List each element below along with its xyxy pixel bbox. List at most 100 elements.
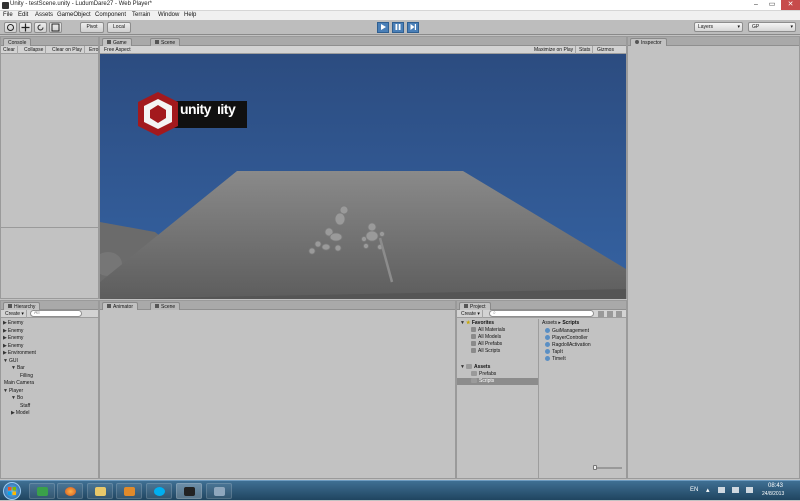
step-button[interactable] <box>407 22 419 33</box>
favorite-star-icon[interactable] <box>616 311 622 317</box>
hand-tool-button[interactable] <box>4 22 17 33</box>
hierarchy-item[interactable]: ▶Enemy <box>3 335 23 342</box>
breadcrumb-root[interactable]: Assets <box>542 320 557 326</box>
maximize-on-play-button[interactable]: Maximize on Play <box>532 46 577 54</box>
menu-edit[interactable]: Edit <box>18 11 28 20</box>
game-viewport[interactable]: unity ıity <box>100 54 626 299</box>
assets-folder[interactable]: ▼ Assets <box>460 364 490 371</box>
console-clear-on-play-button[interactable]: Clear on Play <box>50 46 86 54</box>
hierarchy-item[interactable]: Staff <box>19 403 30 410</box>
hierarchy-item[interactable]: ▼GUI <box>3 358 18 365</box>
chevron-down-icon[interactable]: ▼ <box>3 388 8 394</box>
hierarchy-item[interactable]: ▶Environment <box>3 350 36 357</box>
hierarchy-create-dropdown[interactable]: Create ▾ <box>3 310 27 318</box>
icon-size-slider[interactable] <box>594 467 622 469</box>
favorites-folder[interactable]: ▼★ Favorites <box>460 320 494 327</box>
tab-animator[interactable]: Animator <box>102 302 139 310</box>
script-asset[interactable]: TimeIt <box>545 356 566 363</box>
menu-component[interactable]: Component <box>95 11 126 20</box>
script-asset[interactable]: TapIt <box>545 349 563 356</box>
favorite-item[interactable]: All Materials <box>471 327 505 334</box>
hierarchy-item[interactable]: ▼Bar <box>11 365 25 372</box>
console-collapse-button[interactable]: Collapse <box>22 46 47 54</box>
clock-time[interactable]: 08:43 <box>768 483 783 489</box>
script-asset[interactable]: PlayerController <box>545 335 588 342</box>
tab-hierarchy[interactable]: Hierarchy <box>3 302 41 310</box>
layers-dropdown[interactable]: Layers ▾ <box>694 22 743 32</box>
filter-label-icon[interactable] <box>607 311 613 317</box>
hierarchy-item[interactable]: Filling <box>19 373 33 380</box>
tray-chevron-icon[interactable]: ▴ <box>706 486 710 494</box>
taskbar-firefox[interactable] <box>57 483 83 499</box>
icon-size-slider-handle[interactable] <box>593 465 597 470</box>
tab-inspector[interactable]: Inspector <box>630 38 667 46</box>
folder-item-scripts[interactable]: Scripts <box>457 378 538 385</box>
favorite-item[interactable]: All Models <box>471 334 501 341</box>
minimize-button[interactable]: – <box>748 0 764 10</box>
tab-scene[interactable]: Scene <box>150 38 181 46</box>
chevron-down-icon[interactable]: ▼ <box>11 365 16 371</box>
flag-icon[interactable] <box>718 487 725 493</box>
hierarchy-search-input[interactable]: All <box>30 310 82 317</box>
start-button[interactable] <box>3 482 21 500</box>
move-tool-button[interactable] <box>19 22 32 33</box>
chevron-right-icon[interactable]: ▶ <box>3 320 7 326</box>
taskbar-explorer[interactable] <box>29 483 55 499</box>
layout-dropdown[interactable]: GP ▾ <box>748 22 796 32</box>
folder-item-prefabs[interactable]: Prefabs <box>471 371 496 378</box>
close-button[interactable]: ✕ <box>781 0 800 10</box>
tab-scene-bottom[interactable]: Scene <box>150 302 181 310</box>
hierarchy-item[interactable]: ▶Enemy <box>3 320 23 327</box>
taskbar-media-player[interactable] <box>116 483 142 499</box>
project-create-dropdown[interactable]: Create ▾ <box>459 310 483 318</box>
taskbar-unity[interactable] <box>176 483 202 499</box>
chevron-right-icon[interactable]: ▶ <box>3 335 7 341</box>
rotate-tool-button[interactable] <box>34 22 47 33</box>
menu-help[interactable]: Help <box>184 11 196 20</box>
console-clear-button[interactable]: Clear <box>1 46 18 54</box>
gizmos-dropdown[interactable]: Gizmos <box>595 46 616 54</box>
menu-assets[interactable]: Assets <box>35 11 53 20</box>
script-asset[interactable]: GuiManagement <box>545 328 589 335</box>
menu-terrain[interactable]: Terrain <box>132 11 150 20</box>
clock-date[interactable]: 24/8/2013 <box>762 491 784 497</box>
pivot-toggle[interactable]: Pivot <box>80 22 104 33</box>
hierarchy-item[interactable]: ▶Model <box>11 410 29 417</box>
maximize-button[interactable]: ▭ <box>764 0 780 10</box>
favorite-item[interactable]: All Prefabs <box>471 341 502 348</box>
hierarchy-item[interactable]: ▼Bo <box>11 395 23 402</box>
pause-button[interactable] <box>392 22 404 33</box>
chevron-right-icon[interactable]: ▶ <box>3 350 7 356</box>
breadcrumb-current[interactable]: Scripts <box>562 320 579 326</box>
local-toggle[interactable]: Local <box>107 22 131 33</box>
stats-button[interactable]: Stats <box>577 46 594 54</box>
taskbar-skype[interactable] <box>146 483 172 499</box>
scale-tool-button[interactable] <box>49 22 62 33</box>
tab-project[interactable]: Project <box>459 302 491 310</box>
menu-window[interactable]: Window <box>158 11 179 20</box>
tab-game[interactable]: Game <box>102 38 132 46</box>
taskbar-folder[interactable] <box>87 483 113 499</box>
hierarchy-item[interactable]: Main Camera <box>3 380 34 387</box>
hierarchy-item[interactable]: ▼Player <box>3 388 23 395</box>
menu-gameobject[interactable]: GameObject <box>57 11 91 20</box>
aspect-dropdown[interactable]: Free Aspect <box>102 46 133 54</box>
taskbar-misc-app[interactable] <box>206 483 232 499</box>
chevron-right-icon[interactable]: ▶ <box>11 410 15 416</box>
volume-icon[interactable] <box>746 487 753 493</box>
chevron-down-icon[interactable]: ▼ <box>11 395 16 401</box>
favorite-item[interactable]: All Scripts <box>471 348 500 355</box>
hierarchy-item[interactable]: ▶Enemy <box>3 328 23 335</box>
menu-file[interactable]: File <box>3 11 13 20</box>
project-search-input[interactable]: ⌕ <box>489 310 594 317</box>
chevron-right-icon[interactable]: ▶ <box>3 328 7 334</box>
language-indicator[interactable]: EN <box>690 487 698 493</box>
network-icon[interactable] <box>732 487 739 493</box>
play-button[interactable] <box>377 22 389 33</box>
chevron-down-icon[interactable]: ▼ <box>3 358 8 364</box>
tab-console[interactable]: Console <box>3 38 32 46</box>
script-asset[interactable]: RagdollActivation <box>545 342 591 349</box>
hierarchy-item[interactable]: ▶Enemy <box>3 343 23 350</box>
chevron-right-icon[interactable]: ▶ <box>3 343 7 349</box>
filter-type-icon[interactable] <box>598 311 604 317</box>
